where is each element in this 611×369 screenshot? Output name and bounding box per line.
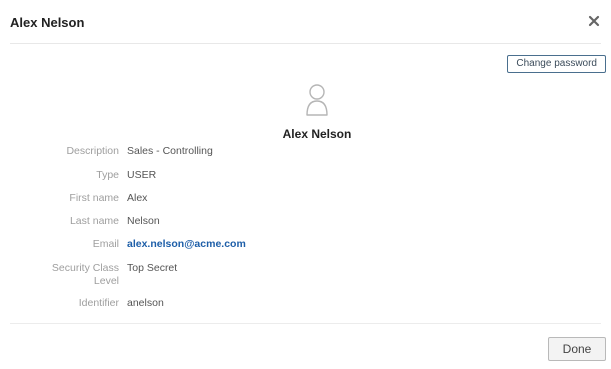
detail-row-email: Email alex.nelson@acme.com <box>0 238 611 262</box>
done-button[interactable]: Done <box>548 337 606 361</box>
first-name-label: First name <box>69 192 119 204</box>
type-label: Type <box>96 169 119 181</box>
close-icon[interactable] <box>587 14 601 28</box>
dialog-title: Alex Nelson <box>10 15 85 30</box>
security-class-label: Security Class Level <box>51 262 119 287</box>
user-details: Description Sales - Controlling Type USE… <box>0 145 611 317</box>
security-class-value: Top Secret <box>127 262 178 274</box>
detail-row-type: Type USER <box>0 169 611 192</box>
email-label: Email <box>92 238 119 250</box>
footer-divider <box>10 323 601 324</box>
identifier-value: anelson <box>127 297 164 309</box>
type-value: USER <box>127 169 157 181</box>
last-name-label: Last name <box>69 215 119 227</box>
user-icon <box>305 83 329 117</box>
last-name-value: Nelson <box>127 215 160 227</box>
description-label: Description <box>66 145 119 157</box>
detail-row-description: Description Sales - Controlling <box>0 145 611 169</box>
detail-row-first-name: First name Alex <box>0 192 611 215</box>
user-display-name: Alex Nelson <box>282 127 352 141</box>
email-link[interactable]: alex.nelson@acme.com <box>127 238 246 251</box>
dialog-header: Alex Nelson <box>10 0 601 44</box>
detail-row-security-class: Security Class Level Top Secret <box>0 262 611 297</box>
description-value: Sales - Controlling <box>127 145 213 157</box>
first-name-value: Alex <box>127 192 148 204</box>
detail-row-last-name: Last name Nelson <box>0 215 611 238</box>
detail-row-identifier: Identifier anelson <box>0 297 611 317</box>
identifier-label: Identifier <box>78 297 119 309</box>
user-details-dialog: Alex Nelson Change password Alex Nelson … <box>0 0 611 369</box>
change-password-button[interactable]: Change password <box>507 55 606 73</box>
